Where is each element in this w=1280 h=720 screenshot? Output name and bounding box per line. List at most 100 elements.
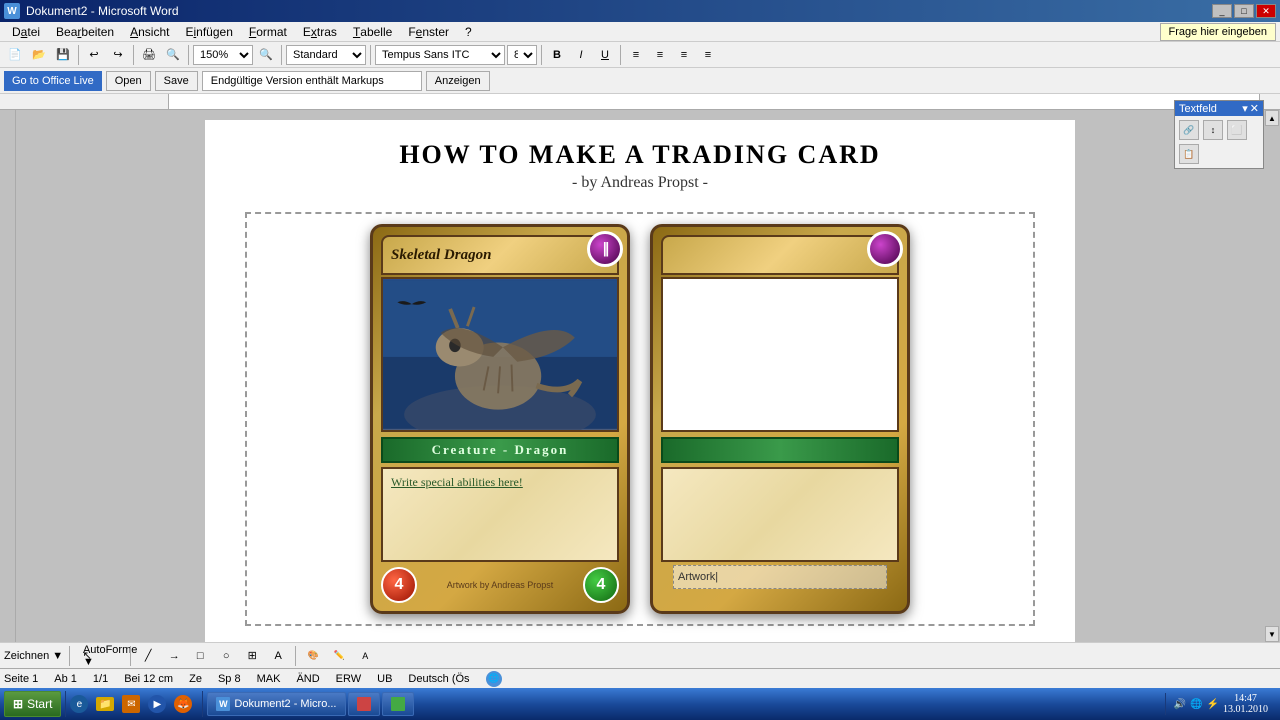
- textfeld-tool-4[interactable]: 📋: [1179, 144, 1199, 164]
- undo-btn[interactable]: ↩: [83, 44, 105, 66]
- word-taskbar-icon: W: [216, 697, 230, 711]
- textfeld-tool-2[interactable]: ↕: [1203, 120, 1223, 140]
- rect-btn[interactable]: □: [189, 645, 211, 667]
- status-fraction: 1/1: [93, 673, 108, 685]
- lang-icon: 🌐: [486, 671, 502, 687]
- bold-btn[interactable]: B: [546, 44, 568, 66]
- align-right-btn[interactable]: ≡: [673, 44, 695, 66]
- menu-bearbeiten[interactable]: Bearbeiten: [48, 22, 122, 41]
- italic-btn[interactable]: I: [570, 44, 592, 66]
- fontcolor-btn[interactable]: A: [354, 645, 376, 667]
- new-btn[interactable]: 📄: [4, 44, 26, 66]
- textfeld-panel[interactable]: Textfeld ▾ ✕ 🔗 ↕ ⬜ 📋: [1174, 110, 1264, 169]
- print-btn[interactable]: 🖨: [138, 44, 160, 66]
- tray-icon-3: ⚡: [1207, 699, 1219, 710]
- align-justify-btn[interactable]: ≡: [697, 44, 719, 66]
- oval-btn[interactable]: ○: [215, 645, 237, 667]
- ql-sep: [65, 691, 66, 717]
- textfeld-close[interactable]: ✕: [1250, 110, 1259, 115]
- card2-textbox: [661, 467, 899, 562]
- office-save-btn[interactable]: Save: [155, 71, 198, 91]
- status-and: ÄND: [296, 673, 319, 685]
- zoom-btn[interactable]: 🔍: [255, 44, 277, 66]
- status-bei: Bei 12 cm: [124, 673, 173, 685]
- scroll-down-btn[interactable]: ▼: [1265, 626, 1279, 642]
- textbox-btn[interactable]: ⊞: [241, 645, 263, 667]
- main-area: How to make A Trading Card - by Andreas …: [0, 110, 1280, 642]
- card1-defense: 4: [597, 576, 606, 594]
- textfeld-tool-1[interactable]: 🔗: [1179, 120, 1199, 140]
- start-button[interactable]: ⊞ Start: [4, 691, 61, 717]
- align-left-btn[interactable]: ≡: [625, 44, 647, 66]
- save-btn[interactable]: 💾: [52, 44, 74, 66]
- office-open-btn[interactable]: Open: [106, 71, 151, 91]
- ie-btn[interactable]: e: [70, 692, 94, 716]
- sep3: [188, 45, 189, 65]
- card1-credit: Artwork by Andreas Propst: [417, 580, 583, 590]
- font-select[interactable]: Tempus Sans ITC: [375, 45, 505, 65]
- card-skeletal-dragon: Skeletal Dragon |||: [370, 224, 630, 614]
- preview-btn[interactable]: 🔍: [162, 44, 184, 66]
- zeichnen-label[interactable]: Zeichnen ▼: [4, 650, 63, 662]
- textfeld-controls[interactable]: ▾ ✕: [1242, 110, 1259, 115]
- help-placeholder: Frage hier eingeben: [1169, 26, 1267, 38]
- title-bar-buttons[interactable]: _ □ ✕: [1212, 4, 1276, 18]
- word-icon: W: [4, 3, 20, 19]
- open-btn[interactable]: 📂: [28, 44, 50, 66]
- zoom-select[interactable]: 150%: [193, 45, 253, 65]
- card1-name: Skeletal Dragon: [391, 247, 491, 264]
- textfeld-tool-3[interactable]: ⬜: [1227, 120, 1247, 140]
- redo-btn[interactable]: ↪: [107, 44, 129, 66]
- status-ub: UB: [377, 673, 392, 685]
- left-margin: [0, 110, 16, 642]
- card2-header: [661, 235, 899, 275]
- card1-attack-circle: 4: [381, 567, 417, 603]
- line-btn[interactable]: ╱: [137, 645, 159, 667]
- document-area[interactable]: How to make A Trading Card - by Andreas …: [16, 110, 1264, 642]
- right-scrollbar[interactable]: ▲ ▼: [1264, 110, 1280, 642]
- folder-icon: 📁: [96, 697, 114, 711]
- menu-ansicht[interactable]: Ansicht: [122, 22, 177, 41]
- linecolor-btn[interactable]: ✏️: [328, 645, 350, 667]
- arrow-btn[interactable]: →: [163, 645, 185, 667]
- underline-btn[interactable]: U: [594, 44, 616, 66]
- sep4: [281, 45, 282, 65]
- minimize-button[interactable]: _: [1212, 4, 1232, 18]
- office-live-btn[interactable]: Go to Office Live: [4, 71, 102, 91]
- media-btn[interactable]: ▶: [148, 692, 172, 716]
- start-label: ⊞: [13, 697, 23, 711]
- menu-fenster[interactable]: Fenster: [400, 22, 457, 41]
- tray-sep: [202, 691, 203, 717]
- menu-tabelle[interactable]: Tabelle: [345, 22, 400, 41]
- folder-btn[interactable]: 📁: [96, 692, 120, 716]
- scroll-up-btn[interactable]: ▲: [1265, 110, 1279, 126]
- card1-mana-symbol: |||: [603, 240, 608, 258]
- window-title: Dokument2 - Microsoft Word: [26, 4, 179, 18]
- menu-help[interactable]: ?: [457, 22, 480, 41]
- anzeigen-btn[interactable]: Anzeigen: [426, 71, 490, 91]
- menu-extras[interactable]: Extras: [295, 22, 345, 41]
- app1-btn[interactable]: [348, 692, 380, 716]
- card1-footer: 4 Artwork by Andreas Propst 4: [381, 567, 619, 603]
- artwork-textbox-active[interactable]: Artwork|: [673, 565, 887, 589]
- card2-mana-circle: [867, 231, 903, 267]
- word-taskbar-btn[interactable]: W Dokument2 - Micro...: [207, 692, 345, 716]
- help-input[interactable]: Frage hier eingeben: [1160, 23, 1276, 41]
- firefox-btn[interactable]: 🦊: [174, 692, 198, 716]
- toolbar-row-1: 📄 📂 💾 ↩ ↪ 🖨 🔍 150% 🔍 Standard Tempus San…: [0, 42, 1280, 68]
- menu-format[interactable]: Format: [241, 22, 295, 41]
- maximize-button[interactable]: □: [1234, 4, 1254, 18]
- textfeld-minimize[interactable]: ▾: [1242, 110, 1248, 115]
- app2-btn[interactable]: [382, 692, 414, 716]
- office-bar: Go to Office Live Open Save Endgültige V…: [0, 68, 1280, 94]
- menu-einfuegen[interactable]: Einfügen: [177, 22, 240, 41]
- fillcolor-btn[interactable]: 🎨: [302, 645, 324, 667]
- outlook-btn[interactable]: ✉: [122, 692, 146, 716]
- size-select[interactable]: 8: [507, 45, 537, 65]
- autoformen-btn[interactable]: AutoFormen ▼: [102, 645, 124, 667]
- align-center-btn[interactable]: ≡: [649, 44, 671, 66]
- close-button[interactable]: ✕: [1256, 4, 1276, 18]
- menu-datei[interactable]: Datei: [4, 22, 48, 41]
- style-select[interactable]: Standard: [286, 45, 366, 65]
- wordart-btn[interactable]: A: [267, 645, 289, 667]
